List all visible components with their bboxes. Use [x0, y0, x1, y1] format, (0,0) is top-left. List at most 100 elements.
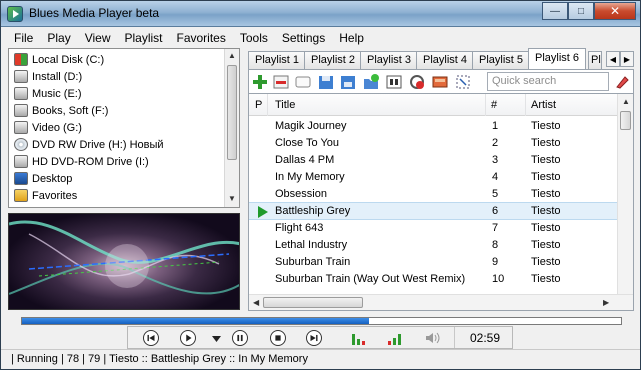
clear-icon[interactable] — [294, 73, 312, 91]
tab-playlist-6[interactable]: Playlist 6 — [528, 48, 587, 69]
tab-scroll-right-icon[interactable]: ▶ — [620, 51, 634, 67]
menu-help[interactable]: Help — [332, 31, 371, 45]
drive-item[interactable]: Favorites — [14, 187, 77, 204]
drive-label: DVD RW Drive (H:) Новый — [32, 138, 164, 151]
play-icon[interactable] — [180, 330, 196, 346]
track-number: 1 — [492, 120, 499, 132]
tab-scroll-left-icon[interactable]: ◀ — [606, 51, 620, 67]
tab-playlist-5[interactable]: Playlist 5 — [472, 51, 531, 69]
tab-playlist-4[interactable]: Playlist 4 — [416, 51, 475, 69]
drive-label: Local Disk (C:) — [32, 53, 105, 66]
menu-tools[interactable]: Tools — [233, 31, 275, 45]
menu-favorites[interactable]: Favorites — [170, 31, 233, 45]
scroll-down-arrow-icon[interactable]: ▼ — [228, 194, 236, 203]
scroll-up-arrow-icon[interactable]: ▲ — [622, 97, 630, 106]
previous-track-icon[interactable] — [143, 330, 159, 346]
image-icon[interactable] — [431, 73, 449, 91]
title-bar[interactable]: Blues Media Player beta — □ ✕ — [1, 1, 640, 27]
menu-file[interactable]: File — [7, 31, 40, 45]
track-title: Flight 643 — [275, 222, 324, 234]
equalizer-icon[interactable] — [350, 330, 370, 346]
table-row[interactable]: Obsession 5 Tiesto — [249, 186, 617, 203]
scroll-left-arrow-icon[interactable]: ◀ — [253, 298, 259, 307]
drive-item[interactable]: Books, Soft (F:) — [14, 102, 108, 119]
scroll-up-arrow-icon[interactable]: ▲ — [228, 51, 236, 60]
drive-tree-scrollbar[interactable]: ▲ ▼ — [224, 49, 239, 207]
refresh-icon[interactable] — [408, 73, 426, 91]
pause-icon[interactable] — [232, 330, 248, 346]
drive-item[interactable]: Desktop — [14, 170, 72, 187]
menu-playlist[interactable]: Playlist — [117, 31, 169, 45]
track-number: 4 — [492, 171, 499, 183]
drive-label: Books, Soft (F:) — [32, 104, 109, 117]
fullscreen-icon[interactable] — [454, 73, 472, 91]
elapsed-time: 02:59 — [469, 331, 500, 345]
disc-drive-icon — [14, 155, 28, 168]
track-title: Dallas 4 PM — [275, 154, 335, 166]
scrollbar-thumb[interactable] — [620, 111, 631, 130]
seek-bar[interactable] — [21, 317, 622, 325]
track-artist: Tiesto — [531, 273, 561, 285]
table-row[interactable]: Suburban Train (Way Out West Remix) 10 Tie… — [249, 271, 617, 288]
column-header-artist[interactable]: Artist — [531, 99, 556, 111]
stop-icon[interactable] — [270, 330, 286, 346]
table-row[interactable]: Dallas 4 PM 3 Tiesto — [249, 152, 617, 169]
menu-play[interactable]: Play — [40, 31, 77, 45]
table-row[interactable]: Lethal Industry 8 Tiesto — [249, 237, 617, 254]
favorites-icon — [14, 189, 28, 202]
remove-icon[interactable] — [272, 73, 290, 91]
save-icon[interactable] — [317, 73, 335, 91]
scrollbar-thumb[interactable] — [263, 297, 363, 308]
playlist-vertical-scrollbar[interactable]: ▲ — [617, 94, 633, 294]
table-row[interactable]: Close To You 2 Tiesto — [249, 135, 617, 152]
seek-bar-fill — [22, 318, 370, 324]
drive-item[interactable]: Local Disk (C:) — [14, 51, 104, 68]
new-folder-icon[interactable] — [362, 73, 380, 91]
table-row[interactable]: Magik Journey 1 Tiesto — [249, 118, 617, 135]
table-row[interactable]: In My Memory 4 Tiesto — [249, 169, 617, 186]
minimize-button[interactable]: — — [542, 2, 568, 20]
quick-search-input[interactable]: Quick search — [487, 72, 609, 91]
tab-scroll-arrows: ◀ ▶ — [606, 51, 634, 67]
drive-item[interactable]: DVD RW Drive (H:) Новый — [14, 136, 164, 153]
eraser-icon[interactable] — [613, 73, 631, 91]
maximize-button[interactable]: □ — [568, 2, 594, 20]
speaker-icon[interactable] — [424, 331, 442, 345]
track-title: Magik Journey — [275, 120, 347, 132]
drive-item[interactable]: HD DVD-ROM Drive (I:) — [14, 153, 149, 170]
table-row[interactable]: Flight 643 7 Tiesto — [249, 220, 617, 237]
track-title: Close To You — [275, 137, 340, 149]
drive-item[interactable]: Video (G:) — [14, 119, 82, 136]
play-options-dropdown-icon[interactable] — [212, 336, 221, 342]
tab-playlist-1[interactable]: Playlist 1 — [248, 51, 307, 69]
column-header-p[interactable]: P — [255, 99, 262, 111]
table-row[interactable]: Suburban Train 9 Tiesto — [249, 254, 617, 271]
track-title: Lethal Industry — [275, 239, 348, 251]
volume-level-icon[interactable] — [386, 330, 406, 346]
track-number: 10 — [492, 273, 505, 285]
column-header-number[interactable]: # — [491, 99, 497, 111]
tab-playlist-2[interactable]: Playlist 2 — [304, 51, 363, 69]
scrollbar-thumb[interactable] — [227, 65, 237, 160]
add-icon[interactable] — [251, 73, 269, 91]
drive-item[interactable]: Install (D:) — [14, 68, 82, 85]
table-row-playing[interactable]: Battleship Grey 6 Tiesto — [249, 202, 617, 220]
playlist-horizontal-scrollbar[interactable]: ◀ ▶ — [249, 294, 633, 310]
tab-playlist-3[interactable]: Playlist 3 — [360, 51, 419, 69]
drive-label: Music (E:) — [32, 87, 82, 100]
drive-item[interactable]: Music (E:) — [14, 85, 82, 102]
menu-view[interactable]: View — [78, 31, 118, 45]
menu-settings[interactable]: Settings — [275, 31, 332, 45]
playlist-header: P Title # Artist — [249, 94, 617, 116]
playlist-toolbar: Quick search — [248, 69, 634, 93]
next-track-icon[interactable] — [306, 330, 322, 346]
scroll-right-arrow-icon[interactable]: ▶ — [603, 298, 609, 307]
status-bar: | Running | 78 | 79 | Tiesto :: Battlesh… — [1, 349, 640, 369]
save-as-icon[interactable] — [339, 73, 357, 91]
close-button[interactable]: ✕ — [594, 2, 636, 20]
track-title: Suburban Train (Way Out West Remix) — [275, 273, 466, 285]
playlist-table: P Title # Artist Magik Journey 1 Tiesto Cl… — [248, 93, 634, 311]
tab-playlist-7[interactable]: Pl — [588, 51, 602, 69]
column-header-title[interactable]: Title — [275, 99, 295, 111]
properties-icon[interactable] — [385, 73, 403, 91]
